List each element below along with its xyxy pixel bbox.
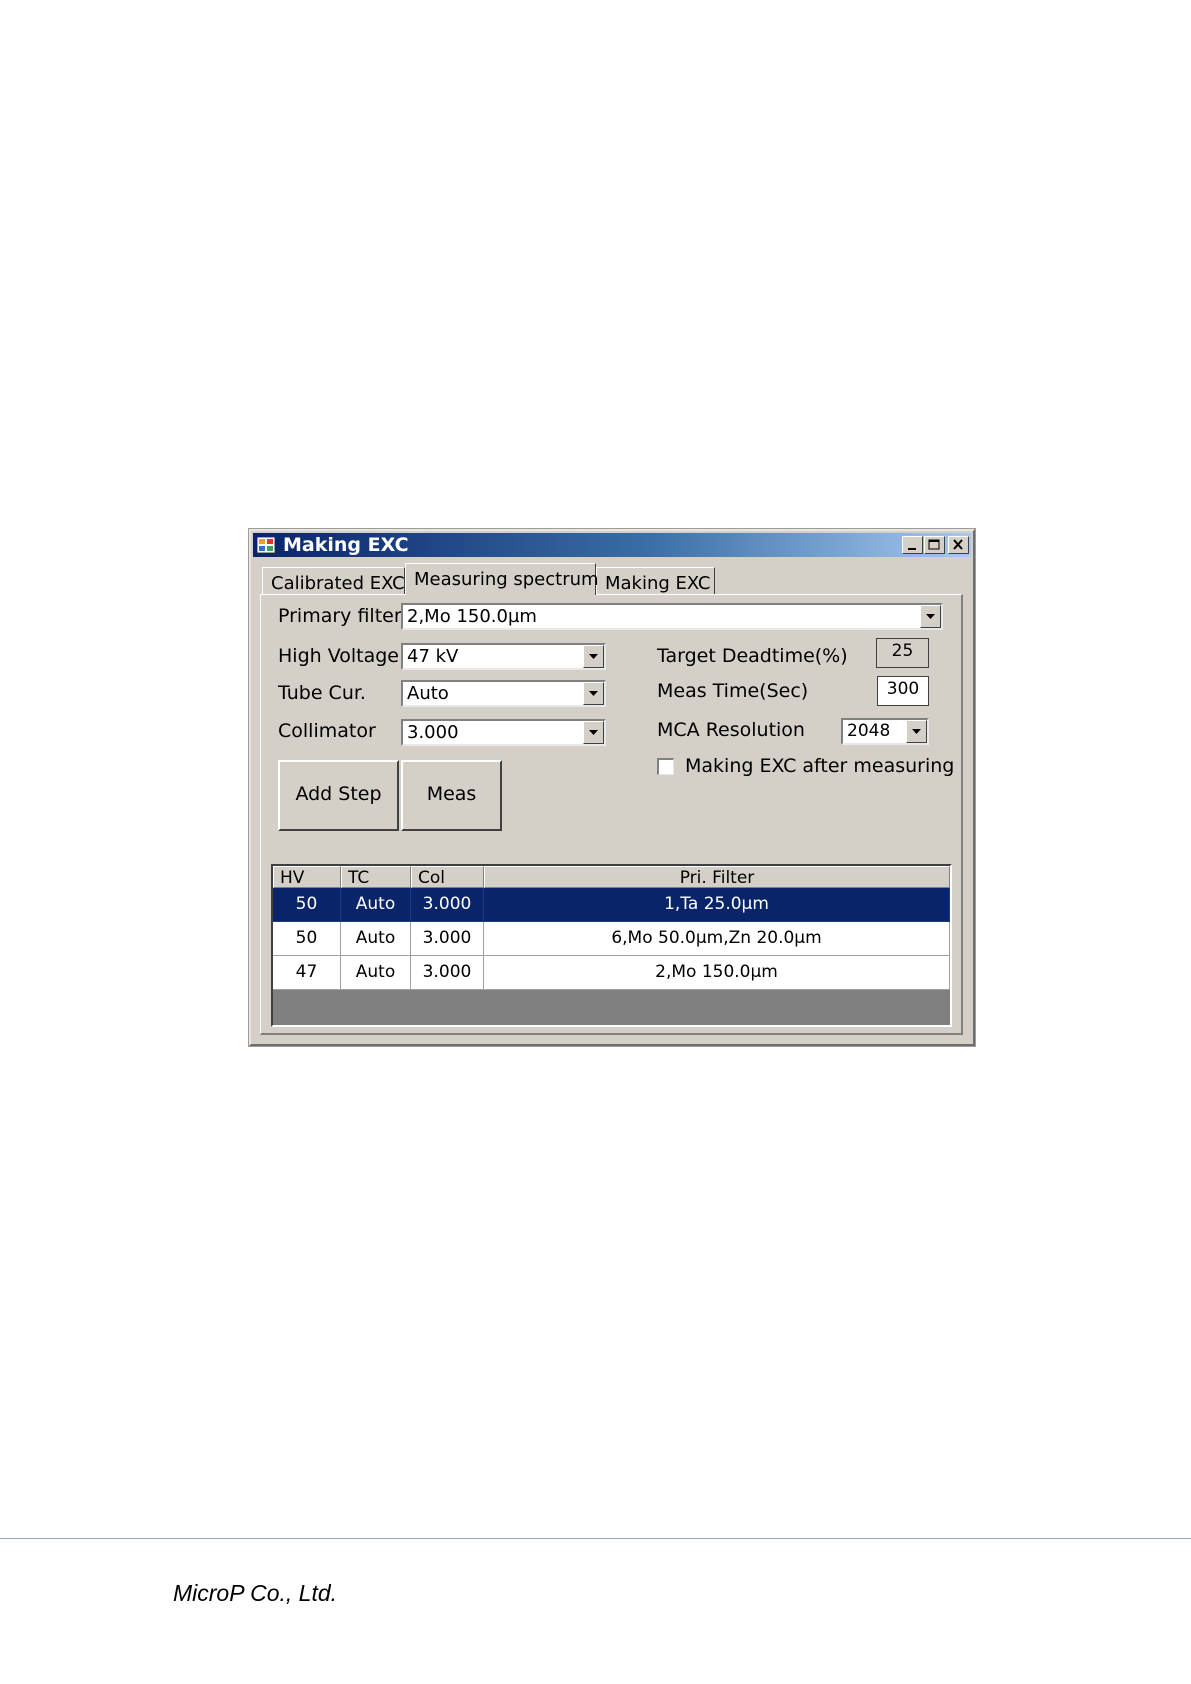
collimator-select[interactable]: 3.000 — [401, 719, 606, 746]
tab-page: Primary filter 2,Mo 150.0µm High Voltage… — [260, 594, 963, 1035]
column-header-pri-filter[interactable]: Pri. Filter — [484, 866, 950, 888]
mca-resolution-select[interactable]: 2048 — [841, 718, 929, 745]
high-voltage-value: 47 kV — [407, 646, 459, 667]
chevron-down-icon — [926, 614, 935, 619]
collimator-label: Collimator — [278, 720, 376, 742]
tube-cur-label: Tube Cur. — [278, 682, 366, 704]
primary-filter-label: Primary filter — [278, 605, 402, 627]
cell-col: 3.000 — [411, 922, 484, 956]
primary-filter-value: 2,Mo 150.0µm — [407, 606, 537, 627]
cell-col: 3.000 — [411, 956, 484, 990]
tab-label: Calibrated EXC — [271, 573, 405, 594]
making-exc-checkbox-label: Making EXC after measuring — [685, 755, 955, 777]
close-button[interactable] — [948, 536, 969, 554]
meas-time-label: Meas Time(Sec) — [657, 680, 809, 702]
title-bar[interactable]: Making EXC — [253, 533, 971, 557]
tab-making-exc[interactable]: Making EXC — [596, 567, 715, 595]
cell-hv: 50 — [273, 888, 341, 922]
cell-filter: 1,Ta 25.0µm — [484, 888, 950, 922]
minimize-button[interactable] — [902, 536, 923, 554]
add-step-button[interactable]: Add Step — [278, 760, 399, 831]
dropdown-button[interactable] — [583, 645, 604, 668]
making-exc-window: Making EXC Calibrated EXC Measuring spec… — [248, 528, 976, 1047]
target-deadtime-field: 25 — [876, 638, 929, 668]
chevron-down-icon — [589, 691, 598, 696]
target-deadtime-label: Target Deadtime(%) — [657, 645, 848, 667]
meas-time-field[interactable]: 300 — [877, 676, 929, 706]
mca-resolution-label: MCA Resolution — [657, 719, 805, 741]
window-title: Making EXC — [283, 534, 409, 556]
cell-tc: Auto — [341, 922, 411, 956]
dropdown-button[interactable] — [906, 720, 927, 743]
column-header-col[interactable]: Col — [411, 866, 484, 888]
footer-divider — [0, 1538, 1191, 1539]
high-voltage-label: High Voltage — [278, 645, 399, 667]
making-exc-checkbox[interactable] — [657, 758, 674, 775]
cell-tc: Auto — [341, 888, 411, 922]
tab-measuring-spectrum[interactable]: Measuring spectrum — [405, 563, 599, 595]
primary-filter-select[interactable]: 2,Mo 150.0µm — [401, 603, 943, 630]
chevron-down-icon — [589, 730, 598, 735]
cell-tc: Auto — [341, 956, 411, 990]
cell-hv: 50 — [273, 922, 341, 956]
tube-cur-value: Auto — [407, 683, 449, 704]
collimator-value: 3.000 — [407, 722, 459, 743]
tab-calibrated-exc[interactable]: Calibrated EXC — [262, 567, 405, 595]
dropdown-button[interactable] — [583, 682, 604, 705]
maximize-icon — [928, 539, 940, 550]
column-header-hv[interactable]: HV — [273, 866, 341, 888]
app-icon — [257, 537, 275, 553]
column-header-tc[interactable]: TC — [341, 866, 411, 888]
tube-cur-select[interactable]: Auto — [401, 680, 606, 707]
chevron-down-icon — [589, 654, 598, 659]
maximize-button[interactable] — [924, 536, 945, 554]
table-row[interactable]: 47 Auto 3.000 2,Mo 150.0µm — [273, 956, 950, 990]
tab-label: Making EXC — [605, 573, 711, 594]
cell-col: 3.000 — [411, 888, 484, 922]
cell-filter: 2,Mo 150.0µm — [484, 956, 950, 990]
mca-resolution-value: 2048 — [847, 721, 891, 741]
cell-hv: 47 — [273, 956, 341, 990]
chevron-down-icon — [912, 729, 921, 734]
cell-filter: 6,Mo 50.0µm,Zn 20.0µm — [484, 922, 950, 956]
grid-header: HV TC Col Pri. Filter — [273, 866, 950, 888]
table-row[interactable]: 50 Auto 3.000 1,Ta 25.0µm — [273, 888, 950, 922]
dropdown-button[interactable] — [920, 605, 941, 628]
table-row[interactable]: 50 Auto 3.000 6,Mo 50.0µm,Zn 20.0µm — [273, 922, 950, 956]
tab-label: Measuring spectrum — [414, 569, 599, 590]
dropdown-button[interactable] — [583, 721, 604, 744]
meas-button[interactable]: Meas — [401, 760, 502, 831]
close-icon — [953, 539, 963, 550]
minimize-icon — [908, 548, 916, 550]
steps-grid[interactable]: HV TC Col Pri. Filter 50 Auto 3.000 1,Ta… — [271, 864, 952, 1027]
high-voltage-select[interactable]: 47 kV — [401, 643, 606, 670]
company-name: MicroP Co., Ltd. — [173, 1580, 338, 1606]
